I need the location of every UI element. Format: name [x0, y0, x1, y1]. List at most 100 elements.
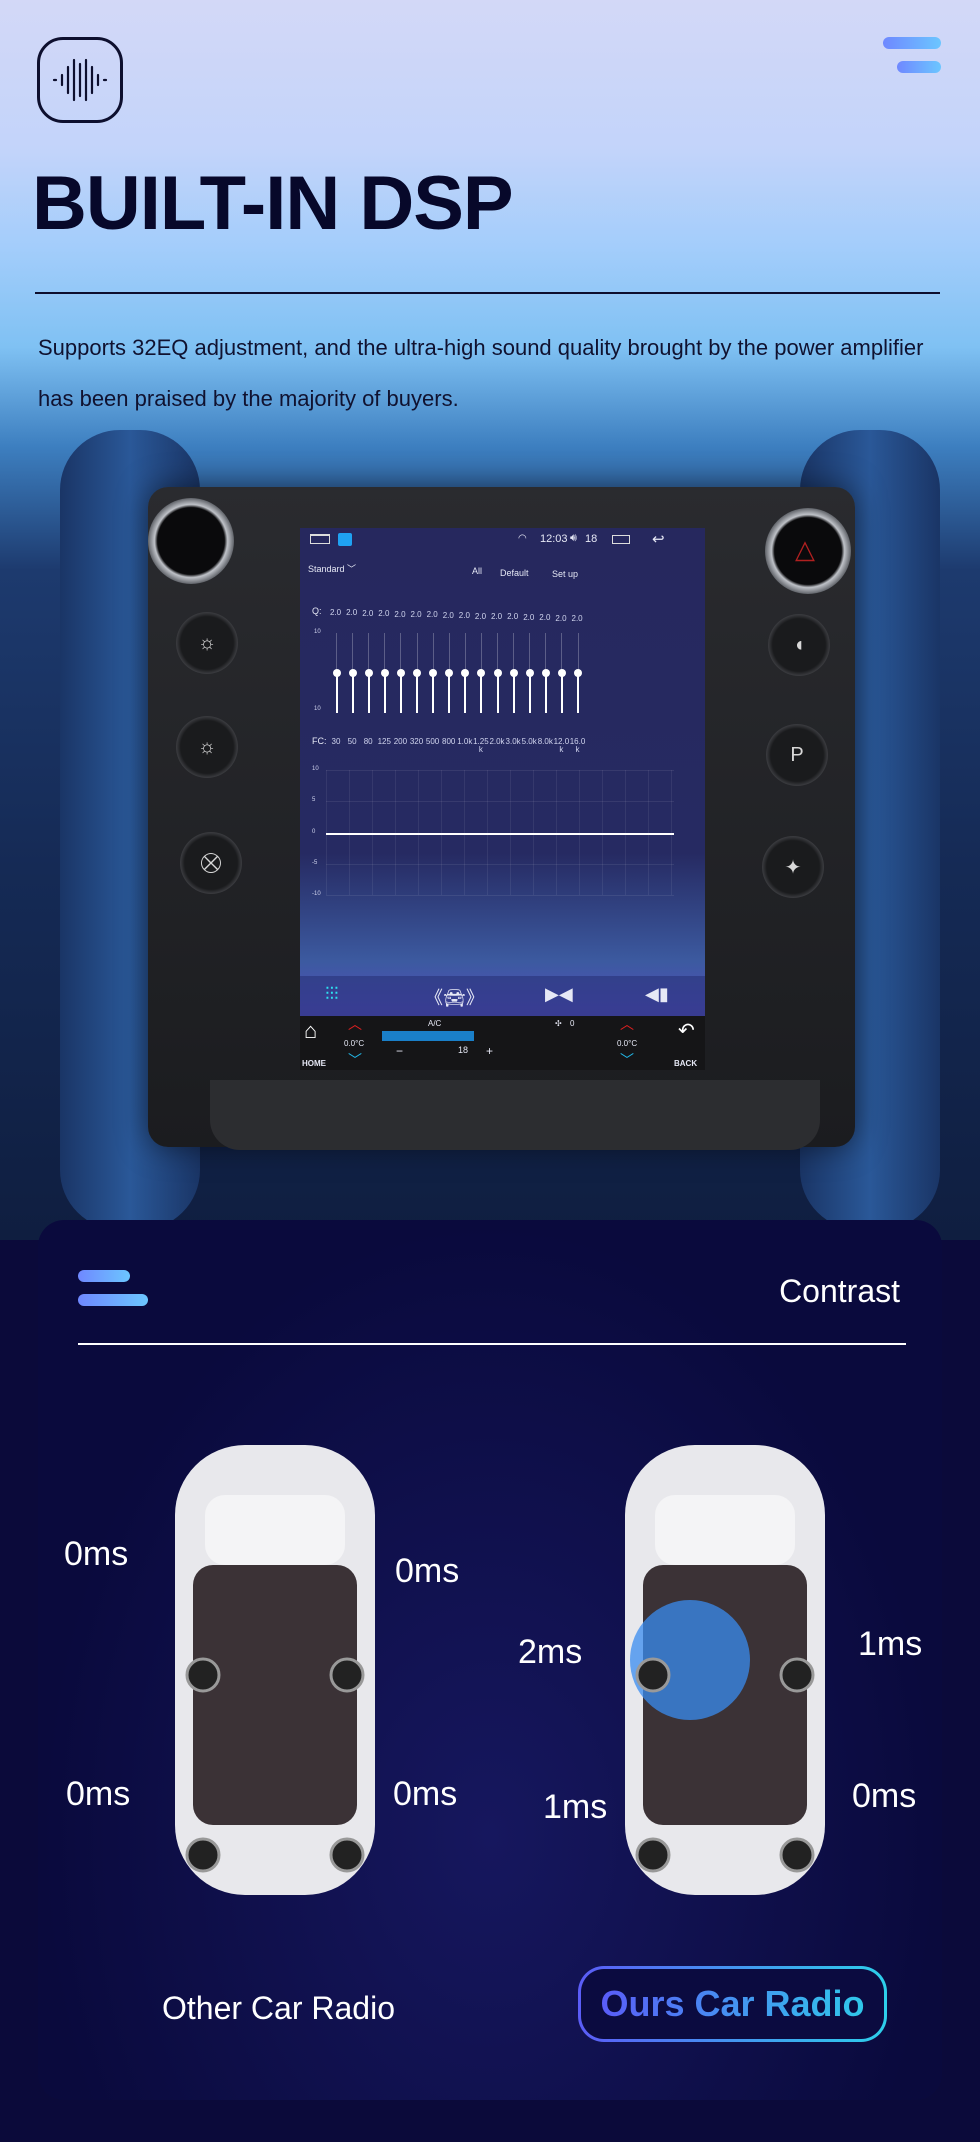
eq-slider[interactable] — [448, 673, 451, 713]
eq-slider-thumb[interactable] — [429, 669, 438, 677]
q-value: 2.0 — [410, 610, 422, 619]
fan-level-bar[interactable] — [382, 1031, 474, 1041]
grid-line — [326, 895, 674, 896]
home-outline-icon[interactable] — [310, 534, 330, 544]
q-value: 2.0 — [474, 611, 487, 621]
eq-slider-thumb[interactable] — [413, 669, 421, 677]
eq-slider[interactable] — [351, 673, 354, 713]
eq-slider[interactable] — [335, 673, 338, 713]
eq-slider[interactable] — [383, 673, 386, 713]
eq-slider-thumb[interactable] — [364, 669, 373, 677]
eq-slider[interactable] — [528, 673, 531, 713]
status-volume: 18 — [585, 533, 598, 545]
eq-slider-thumb[interactable] — [380, 669, 389, 677]
right-temp-down-icon[interactable]: ﹀ — [620, 1050, 634, 1070]
delay-rear-left: 0ms — [66, 1775, 131, 1813]
eq-slider-thumb[interactable] — [493, 669, 502, 677]
eq-slider[interactable] — [544, 673, 547, 713]
delay-front-left: 0ms — [64, 1535, 129, 1573]
default-button[interactable]: Default — [500, 568, 529, 578]
volume-knob — [148, 498, 234, 584]
slider-track — [464, 633, 466, 673]
menu-icon[interactable] — [883, 37, 941, 73]
axis-label: -5 — [312, 859, 318, 866]
eq-slider-thumb[interactable] — [509, 669, 518, 677]
setup-button[interactable]: Set up — [552, 569, 578, 579]
eq-slider-thumb[interactable] — [332, 669, 341, 677]
bass-sound-icon[interactable]: ◀▮ — [645, 984, 669, 1005]
ac-button[interactable]: A/C — [428, 1019, 441, 1028]
delay-front-right: 0ms — [395, 1552, 460, 1590]
q-value: 2.0 — [426, 610, 438, 620]
q-value: 2.0 — [507, 612, 519, 622]
slider-scale-bottom: 10 — [314, 706, 321, 712]
eq-slider[interactable] — [496, 673, 499, 713]
q-value: 2.0 — [394, 609, 406, 619]
eq-slider-thumb[interactable] — [541, 669, 550, 677]
back-icon[interactable]: ↩ — [652, 530, 665, 548]
preset-dropdown[interactable]: Standard ﹀ — [308, 562, 356, 575]
slider-track — [497, 633, 498, 673]
delay-rear-right: 0ms — [393, 1775, 458, 1813]
eq-slider-thumb[interactable] — [557, 669, 566, 677]
slider-track — [545, 633, 547, 673]
eq-slider[interactable] — [416, 673, 418, 713]
axis-label: 5 — [312, 797, 316, 804]
delay-rear-right: 0ms — [852, 1777, 917, 1815]
eq-slider-thumb[interactable] — [445, 669, 454, 677]
q-label: Q: — [312, 606, 322, 616]
left-temp: 0.0°C — [344, 1039, 365, 1048]
axis-label: -10 — [312, 891, 321, 897]
slider-track — [561, 633, 563, 673]
recent-apps-icon[interactable] — [612, 535, 630, 544]
eq-slider[interactable] — [480, 673, 483, 713]
back-arrow-icon[interactable]: ↶ — [678, 1018, 695, 1043]
eq-slider-thumb[interactable] — [396, 669, 405, 677]
eq-slider[interactable] — [464, 673, 467, 713]
divider — [78, 1343, 906, 1345]
slider-track — [480, 633, 482, 673]
right-temp: 0.0°C — [617, 1039, 638, 1048]
left-temp-up-icon[interactable]: ︿ — [348, 1014, 362, 1034]
slider-track — [448, 633, 450, 673]
menu-icon[interactable] — [78, 1270, 148, 1306]
eq-slider-thumb[interactable] — [461, 669, 470, 677]
slider-track — [368, 633, 370, 673]
q-value: 2.0 — [346, 608, 358, 618]
eq-slider-thumb[interactable] — [574, 669, 582, 677]
balance-icon[interactable]: ▶◀ — [545, 984, 573, 1005]
fan-icon: ✣ — [555, 1019, 562, 1028]
eq-slider[interactable] — [577, 673, 579, 713]
plus-button[interactable]: + — [486, 1044, 493, 1058]
eq-slider-thumb[interactable] — [348, 669, 357, 677]
grid-line — [326, 770, 674, 771]
axis-label: 0 — [312, 828, 316, 835]
delay-rear-left: 1ms — [543, 1788, 608, 1826]
car-surround-icon[interactable]: 《🚘︎》 — [425, 984, 484, 1010]
slider-track — [513, 633, 515, 673]
eq-slider[interactable] — [399, 673, 402, 713]
left-temp-down-icon[interactable]: ﹀ — [348, 1050, 362, 1070]
contrast-heading: Contrast — [779, 1273, 900, 1309]
eq-slider[interactable] — [560, 673, 563, 713]
volume-icon[interactable]: 🔊︎ — [570, 532, 577, 545]
q-value: 2.0 — [571, 614, 583, 623]
home-icon[interactable]: ⌂ — [304, 1018, 317, 1044]
eq-slider[interactable] — [432, 673, 435, 713]
all-button[interactable]: All — [472, 566, 482, 576]
eq-slider[interactable] — [512, 673, 515, 713]
back-label: BACK — [674, 1059, 698, 1068]
response-curve — [326, 832, 674, 835]
eq-slider-thumb[interactable] — [477, 669, 486, 677]
eq-slider[interactable] — [367, 673, 370, 713]
eq-slider-thumb[interactable] — [525, 669, 534, 677]
equalizer-icon[interactable]: ⫶⫶⫶ — [325, 984, 339, 1005]
axis-label: 10 — [312, 766, 319, 772]
headlight-button-icon: ☼ — [176, 612, 238, 674]
app-icon[interactable] — [338, 533, 352, 546]
ours-car-radio-button[interactable]: Ours Car Radio — [578, 1966, 887, 2042]
home-label: HOME — [302, 1059, 326, 1068]
right-temp-up-icon[interactable]: ︿ — [620, 1014, 634, 1034]
slider-track — [432, 633, 434, 673]
minus-button[interactable]: − — [396, 1044, 403, 1058]
